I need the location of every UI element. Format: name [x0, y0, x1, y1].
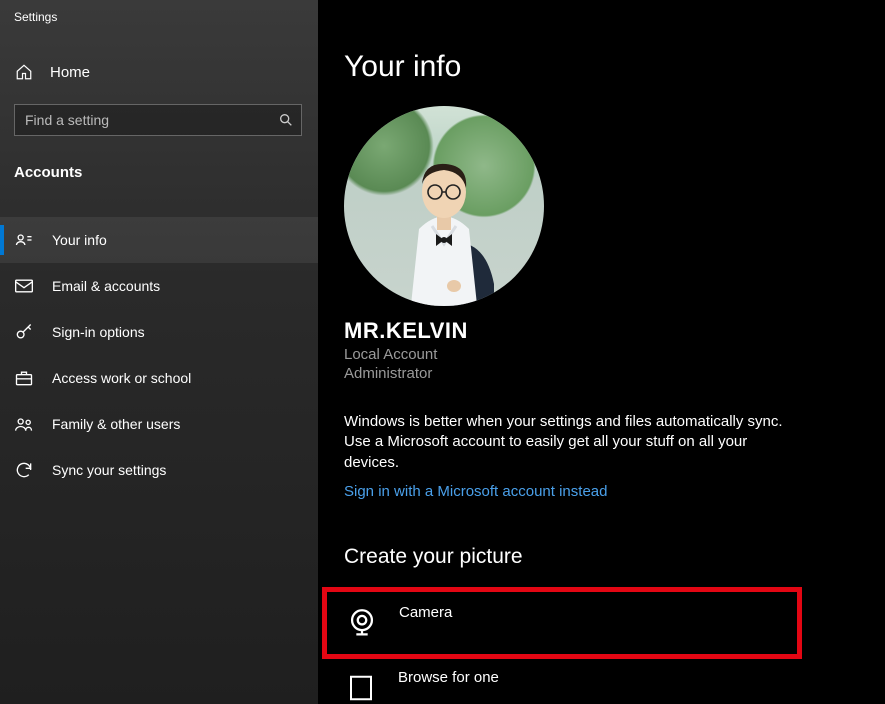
sync-blurb: Windows is better when your settings and… — [344, 412, 790, 473]
camera-option[interactable]: Camera — [322, 587, 802, 659]
sidebar-item-label: Sign-in options — [52, 324, 145, 340]
sidebar-item-your-info[interactable]: Your info — [0, 217, 318, 263]
search-input[interactable] — [14, 104, 302, 136]
app-title: Settings — [0, 0, 318, 24]
sidebar-content: Home Accounts — [0, 24, 318, 493]
sidebar: Settings Home Accounts — [0, 0, 318, 704]
person-card-icon — [14, 230, 34, 250]
key-icon — [14, 322, 34, 342]
search-wrap — [14, 104, 304, 136]
sidebar-item-family-other-users[interactable]: Family & other users — [0, 401, 318, 447]
picture-options: Camera Browse for one — [322, 587, 885, 704]
sidebar-item-label: Access work or school — [52, 370, 191, 386]
sidebar-item-label: Your info — [52, 232, 107, 248]
browse-label: Browse for one — [398, 669, 499, 686]
briefcase-icon — [14, 368, 34, 388]
browse-icon — [344, 671, 378, 704]
home-label: Home — [50, 64, 90, 81]
account-type: Local Account — [344, 346, 885, 363]
sidebar-item-sign-in-options[interactable]: Sign-in options — [0, 309, 318, 355]
page-title: Your info — [344, 50, 885, 84]
sidebar-item-access-work-school[interactable]: Access work or school — [0, 355, 318, 401]
mail-icon — [14, 276, 34, 296]
sidebar-item-label: Family & other users — [52, 416, 180, 432]
search-icon — [278, 112, 294, 128]
avatar-person-illustration — [374, 134, 514, 306]
sidebar-item-label: Sync your settings — [52, 462, 166, 478]
main-content: Your info — [318, 0, 885, 704]
sign-in-microsoft-link[interactable]: Sign in with a Microsoft account instead — [344, 483, 607, 500]
camera-icon — [345, 606, 379, 640]
camera-label: Camera — [399, 604, 452, 621]
create-picture-title: Create your picture — [344, 545, 885, 569]
avatar[interactable] — [344, 106, 544, 306]
home-icon — [14, 62, 34, 82]
sidebar-item-email-accounts[interactable]: Email & accounts — [0, 263, 318, 309]
category-label: Accounts — [14, 164, 304, 181]
account-role: Administrator — [344, 365, 885, 382]
user-name: MR.KELVIN — [344, 318, 885, 344]
nav: Your info Email & accounts — [14, 217, 304, 493]
browse-option[interactable]: Browse for one — [322, 659, 802, 704]
sidebar-item-label: Email & accounts — [52, 278, 160, 294]
sync-icon — [14, 460, 34, 480]
avatar-wrap — [344, 106, 885, 306]
home-button[interactable]: Home — [14, 54, 304, 90]
people-icon — [14, 414, 34, 434]
sidebar-item-sync-settings[interactable]: Sync your settings — [0, 447, 318, 493]
